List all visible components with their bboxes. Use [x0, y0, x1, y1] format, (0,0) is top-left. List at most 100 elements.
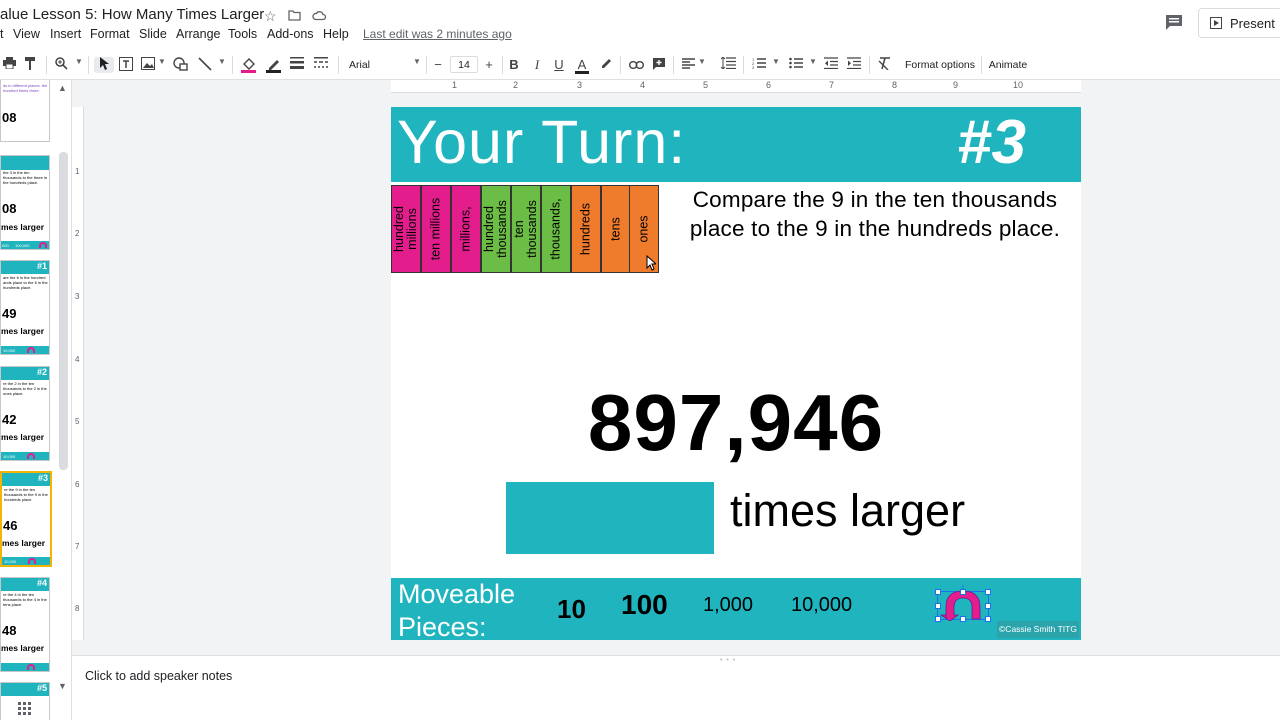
place-value-column[interactable]: hundred thousands [481, 185, 511, 273]
last-edit-link[interactable]: Last edit was 2 minutes ago [363, 27, 512, 41]
place-value-column[interactable]: tens [601, 185, 631, 273]
clear-formatting-icon[interactable] [876, 57, 892, 73]
menu-format[interactable]: Format [90, 27, 130, 41]
add-comment-icon[interactable] [651, 57, 667, 73]
menu-file[interactable]: t [0, 27, 3, 41]
resize-handle[interactable] [935, 616, 941, 622]
menu-slide[interactable]: Slide [139, 27, 167, 41]
font-size-increase-button[interactable]: + [482, 57, 496, 73]
horizontal-ruler[interactable]: 1 2 3 4 5 6 7 8 9 10 [391, 80, 1081, 93]
place-value-column[interactable]: hundred millions [391, 185, 421, 273]
notes-resize-handle[interactable]: • • • [72, 655, 1280, 664]
slide-canvas[interactable]: Your Turn: #3 hundred millions ten milli… [391, 107, 1081, 640]
select-cursor-icon[interactable] [94, 57, 114, 73]
font-family-select[interactable]: Arial [349, 57, 389, 73]
border-weight-icon[interactable] [289, 57, 305, 73]
place-value-column[interactable]: thousands, [541, 185, 571, 273]
answer-box[interactable] [506, 482, 714, 554]
cloud-status-icon[interactable] [312, 8, 327, 24]
place-value-column[interactable]: ten millions [421, 185, 451, 273]
instructions-text[interactable]: Compare the 9 in the ten thousands place… [673, 185, 1077, 243]
underline-button[interactable]: U [552, 57, 566, 73]
present-button[interactable]: Present [1198, 8, 1280, 38]
resize-handle[interactable] [935, 589, 941, 595]
line-icon[interactable] [197, 57, 213, 73]
line-spacing-icon[interactable] [720, 56, 736, 73]
comments-icon[interactable] [1163, 12, 1185, 32]
slide-thumbnail[interactable]: ds in different places. the hundred time… [0, 80, 50, 142]
slide-thumbnail-active[interactable]: #3 re the 9 in the ten thousands to the … [0, 471, 52, 567]
bulleted-list-caret-icon[interactable]: ▼ [809, 57, 817, 66]
font-caret-icon[interactable]: ▼ [413, 57, 421, 66]
line-caret-icon[interactable]: ▼ [218, 57, 226, 66]
menu-view[interactable]: View [13, 27, 40, 41]
zoom-caret-icon[interactable]: ▼ [75, 57, 83, 66]
zoom-icon[interactable] [54, 57, 68, 73]
slide-thumbnail[interactable]: #2 re the 2 in the ten thousands to the … [0, 366, 50, 461]
star-icon[interactable]: ☆ [264, 8, 277, 25]
highlight-color-icon[interactable] [599, 57, 613, 73]
place-value-column[interactable]: hundreds [571, 185, 601, 273]
menu-tools[interactable]: Tools [228, 27, 257, 41]
times-larger-label[interactable]: times larger [730, 485, 965, 537]
problem-number-value[interactable]: 897,946 [391, 377, 1081, 469]
numbered-list-icon[interactable]: 123 [751, 57, 767, 73]
text-box-icon[interactable] [118, 57, 134, 73]
decrease-indent-icon[interactable] [823, 57, 839, 73]
resize-handle[interactable] [960, 616, 966, 622]
resize-handle[interactable] [985, 603, 991, 609]
filmstrip-scrollbar[interactable] [59, 152, 68, 470]
align-caret-icon[interactable]: ▼ [698, 57, 706, 66]
resize-handle[interactable] [935, 603, 941, 609]
place-value-column[interactable]: ten thousands [511, 185, 541, 273]
print-icon[interactable] [2, 57, 16, 73]
border-dash-icon[interactable] [313, 57, 329, 73]
place-value-column[interactable]: millions, [451, 185, 481, 273]
text-color-button[interactable]: A [575, 57, 589, 74]
moveable-piece-10[interactable]: 10 [557, 594, 586, 625]
format-options-button[interactable]: Format options [904, 57, 976, 73]
document-title[interactable]: alue Lesson 5: How Many Times Larger [0, 6, 264, 23]
border-color-icon[interactable] [265, 57, 281, 73]
resize-handle[interactable] [985, 589, 991, 595]
resize-handle[interactable] [985, 616, 991, 622]
move-folder-icon[interactable] [288, 8, 301, 24]
slide-title[interactable]: Your Turn: [397, 107, 686, 177]
increase-indent-icon[interactable] [846, 57, 862, 73]
vertical-ruler[interactable]: 1 2 3 4 5 6 7 8 [72, 107, 84, 640]
menu-arrange[interactable]: Arrange [176, 27, 220, 41]
image-caret-icon[interactable]: ▼ [158, 57, 166, 66]
animate-button[interactable]: Animate [986, 57, 1030, 73]
insert-link-icon[interactable] [628, 57, 644, 73]
menu-insert[interactable]: Insert [50, 27, 81, 41]
slide-thumbnail[interactable]: #4 re the 4 in the ten thousands to the … [0, 577, 50, 672]
fill-color-icon[interactable] [240, 57, 256, 73]
scroll-up-icon[interactable]: ▲ [58, 83, 67, 93]
italic-button[interactable]: I [530, 57, 544, 73]
scroll-down-icon[interactable]: ▼ [58, 681, 67, 691]
speaker-notes-field[interactable]: Click to add speaker notes [85, 669, 232, 683]
moveable-pieces-label[interactable]: Moveable Pieces: [398, 578, 528, 640]
moveable-piece-100[interactable]: 100 [621, 589, 668, 621]
slide-header-band[interactable]: Your Turn: #3 [391, 107, 1081, 182]
align-icon[interactable] [680, 57, 696, 73]
arch-arrow-shape[interactable] [935, 585, 991, 622]
font-size-decrease-button[interactable]: − [431, 57, 445, 73]
grid-view-icon[interactable] [18, 702, 32, 716]
menu-addons[interactable]: Add-ons [267, 27, 314, 41]
bold-button[interactable]: B [507, 57, 521, 73]
place-value-chart[interactable]: hundred millions ten millions millions, … [391, 185, 659, 273]
shape-icon[interactable] [172, 57, 188, 73]
numbered-list-caret-icon[interactable]: ▼ [772, 57, 780, 66]
font-size-input[interactable]: 14 [450, 56, 478, 73]
moveable-piece-10000[interactable]: 10,000 [791, 594, 852, 617]
moveable-piece-1000[interactable]: 1,000 [703, 594, 753, 617]
problem-number[interactable]: #3 [957, 107, 1026, 178]
bulleted-list-icon[interactable] [788, 57, 804, 73]
slide-thumbnail[interactable]: the 3 in the ten thousands to the three … [0, 155, 50, 250]
paint-format-icon[interactable] [24, 57, 38, 73]
menu-help[interactable]: Help [323, 27, 349, 41]
slide-thumbnail[interactable]: #1 are the 6 in the hundred ands place t… [0, 260, 50, 355]
image-icon[interactable] [140, 57, 156, 73]
resize-handle[interactable] [960, 589, 966, 595]
